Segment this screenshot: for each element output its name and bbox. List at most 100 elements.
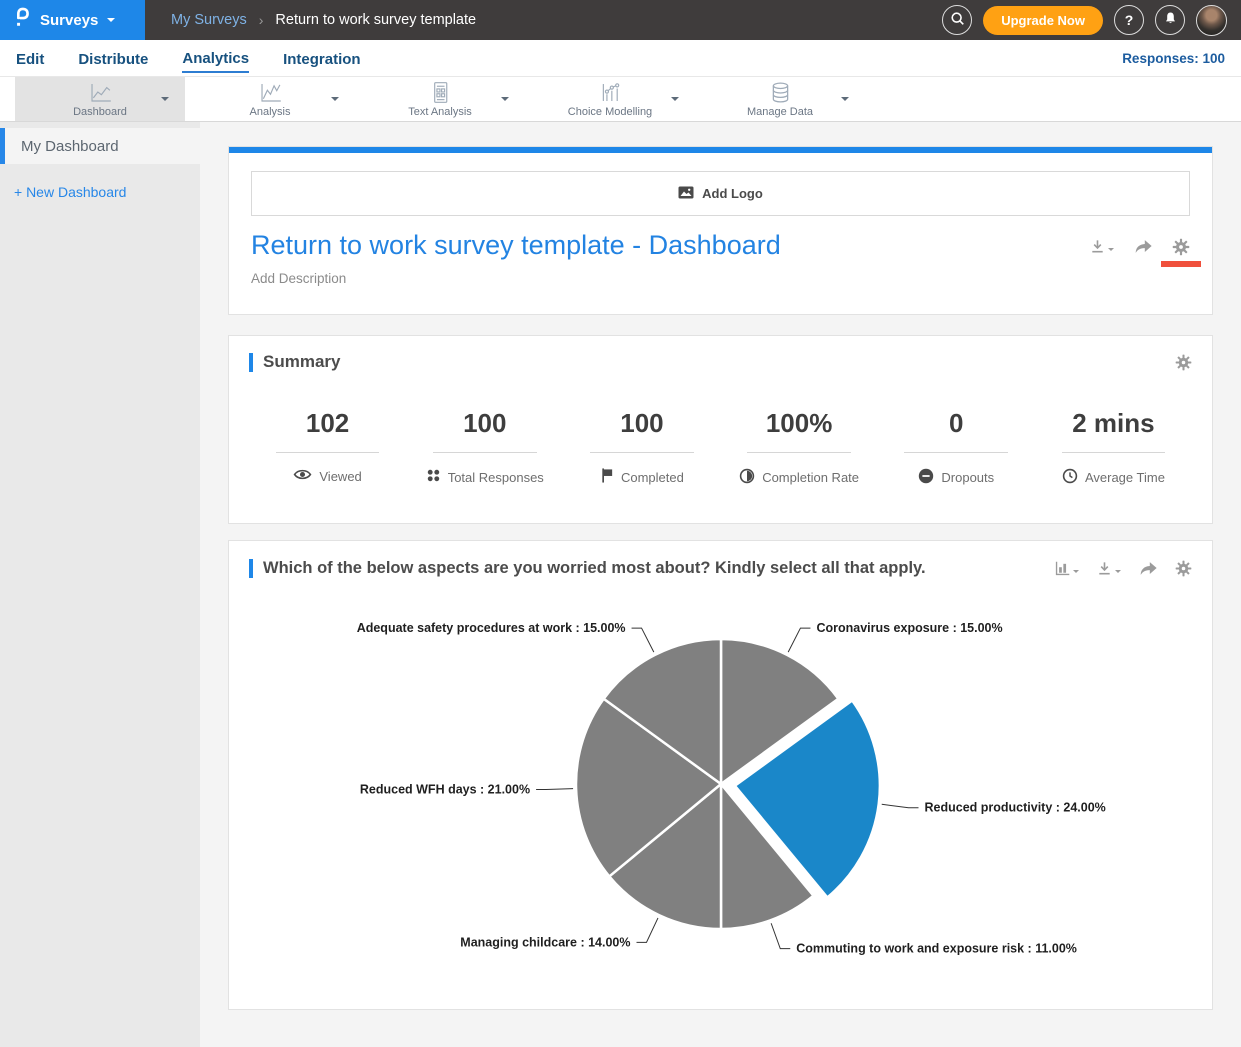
question-mark-icon: ? [1125,12,1134,28]
image-icon [678,186,694,202]
avatar[interactable] [1196,5,1227,36]
stat-label: Dropouts [941,470,994,485]
add-description-button[interactable]: Add Description [229,261,1212,314]
toolbar-tab-dashboard[interactable]: Dashboard [15,77,185,121]
pie-label-leader-line [636,918,657,942]
survey-nav: Edit Distribute Analytics Integration Re… [0,40,1241,77]
tab-integration[interactable]: Integration [283,45,361,72]
pie-label-leader-line [632,628,654,652]
breadcrumb-my-surveys[interactable]: My Surveys [171,12,247,28]
section-accent-bar [249,559,253,578]
stat-label: Total Responses [448,470,544,485]
summary-stats: 102 Viewed 100 [249,408,1192,487]
pie-label-leader-line [882,804,919,807]
pie-slice-label: Managing childcare : 14.00% [460,935,630,949]
stat-completed: 100 Completed [563,408,720,487]
stat-value: 100% [721,408,878,439]
question-title: Which of the below aspects are you worri… [263,559,926,578]
chevron-down-icon [107,18,115,26]
toolbar-tab-label: Text Analysis [408,106,472,118]
share-button[interactable] [1133,238,1153,255]
analytics-toolbar: Dashboard Analysis Text Analysis [0,77,1241,122]
breadcrumb-separator: › [259,12,264,28]
stat-label: Average Time [1085,470,1165,485]
add-logo-button[interactable]: Add Logo [251,171,1190,216]
notifications-button[interactable] [1155,5,1185,35]
stat-value: 100 [406,408,563,439]
choice-modelling-icon [598,80,623,105]
pie-slice-label: Coronavirus exposure : 15.00% [816,621,1002,635]
bell-icon [1163,11,1178,29]
contrast-circle-icon [739,468,755,487]
questionpro-logo-icon [13,6,31,34]
tab-analytics[interactable]: Analytics [182,44,249,73]
stat-total-responses: 100 Total Responses [406,408,563,487]
help-button[interactable]: ? [1114,5,1144,35]
chevron-down-icon [1073,570,1079,576]
stat-viewed: 102 Viewed [249,408,406,487]
pie-label-leader-line [771,923,790,948]
chevron-down-icon[interactable] [161,97,169,105]
stat-value: 102 [249,408,406,439]
stat-label: Viewed [319,469,361,484]
breadcrumb-current-survey: Return to work survey template [275,12,476,28]
toolbar-tab-text-analysis[interactable]: Text Analysis [355,77,525,121]
dots-grid-icon [426,468,441,486]
chevron-down-icon[interactable] [671,97,679,105]
stat-value: 100 [563,408,720,439]
dashboard-header-card: Add Logo Return to work survey template … [228,146,1213,315]
settings-button[interactable] [1172,238,1190,256]
chevron-down-icon[interactable] [841,97,849,105]
dashboard-actions [1089,230,1190,261]
summary-title: Summary [263,352,340,372]
dashboard-sidebar: My Dashboard + New Dashboard [0,122,200,1047]
stat-completion-rate: 100% Completion Rate [721,408,878,487]
search-icon [949,10,966,30]
product-switcher[interactable]: Surveys [0,0,145,40]
download-button[interactable] [1089,238,1114,255]
stat-label: Completed [621,470,684,485]
chevron-down-icon[interactable] [331,97,339,105]
dashboard-title[interactable]: Return to work survey template - Dashboa… [251,230,781,261]
breadcrumb: My Surveys › Return to work survey templ… [171,0,476,40]
add-logo-label: Add Logo [702,186,763,201]
tab-distribute[interactable]: Distribute [78,45,148,72]
chart-share-button[interactable] [1138,560,1158,577]
pie-slice-label: Adequate safety procedures at work : 15.… [357,621,626,635]
minus-circle-icon [918,468,934,487]
question-chart-card: Which of the below aspects are you worri… [228,540,1213,1010]
toolbar-tab-label: Manage Data [747,106,813,118]
chart-download-button[interactable] [1096,560,1121,577]
section-accent-bar [249,353,253,372]
chart-type-button[interactable] [1054,560,1079,577]
red-highlight-marker [1161,261,1201,267]
pie-slice-label: Reduced productivity : 24.00% [925,801,1106,815]
toolbar-tab-manage-data[interactable]: Manage Data [695,77,865,121]
toolbar-tab-label: Analysis [250,106,291,118]
dashboard-chart-icon [88,80,113,105]
pie-chart: Coronavirus exposure : 15.00% Reduced pro… [249,584,1194,984]
sidebar-item-my-dashboard[interactable]: My Dashboard [0,128,200,164]
database-icon [768,80,793,105]
tab-edit[interactable]: Edit [16,45,44,72]
eye-icon [293,468,312,484]
upgrade-now-button[interactable]: Upgrade Now [983,6,1103,35]
dashboard-content: Add Logo Return to work survey template … [200,122,1241,1047]
search-button[interactable] [942,5,972,35]
toolbar-tab-analysis[interactable]: Analysis [185,77,355,121]
pie-label-leader-line [788,628,810,652]
chevron-down-icon [1108,248,1114,254]
summary-settings-button[interactable] [1175,354,1192,371]
toolbar-tab-label: Choice Modelling [568,106,652,118]
chart-settings-button[interactable] [1175,560,1192,577]
chevron-down-icon[interactable] [501,97,509,105]
top-navbar: Surveys My Surveys › Return to work surv… [0,0,1241,40]
stat-value: 0 [878,408,1035,439]
stat-dropouts: 0 Dropouts [878,408,1035,487]
new-dashboard-button[interactable]: + New Dashboard [14,184,200,200]
stat-value: 2 mins [1035,408,1192,439]
toolbar-tab-choice-modelling[interactable]: Choice Modelling [525,77,695,121]
topbar-actions: Upgrade Now ? [942,0,1241,40]
pie-slice-label: Reduced WFH days : 21.00% [360,782,530,796]
text-analysis-icon [428,80,453,105]
